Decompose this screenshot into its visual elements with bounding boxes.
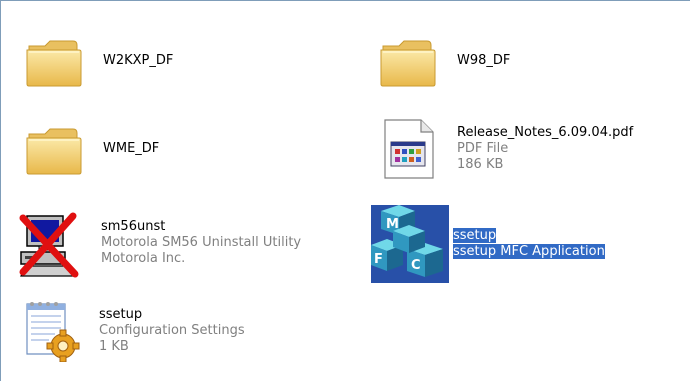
pdf-document-icon [377, 118, 439, 180]
folder-item-wme-df[interactable]: WME_DF [23, 119, 159, 179]
item-name: ssetup [99, 307, 143, 322]
folder-item-w98-df[interactable]: W98_DF [377, 31, 510, 91]
item-company: Motorola Inc. [101, 251, 186, 266]
item-type: PDF File [457, 141, 509, 156]
item-name: WME_DF [103, 141, 160, 156]
item-name: W2KXP_DF [103, 53, 174, 68]
item-name: ssetup [453, 228, 497, 243]
folder-icon [23, 118, 85, 180]
item-name: sm56unst [101, 219, 166, 234]
folder-icon [23, 30, 85, 92]
mfc-application-blocks-icon: M F C [371, 205, 449, 283]
item-size: 1 KB [99, 339, 129, 354]
configuration-settings-file-icon [19, 300, 81, 362]
item-type: Configuration Settings [99, 323, 245, 338]
item-description: ssetup MFC Application [453, 244, 605, 259]
svg-text:C: C [411, 258, 421, 273]
item-size: 186 KB [457, 157, 504, 172]
file-item-ssetup-exe[interactable]: M F C ssetup ssetup MFC Application [371, 205, 605, 283]
file-item-sm56unst[interactable]: sm56unst Motorola SM56 Uninstall Utility… [17, 207, 301, 279]
item-name: Release_Notes_6.09.04.pdf [457, 125, 634, 140]
item-name: W98_DF [457, 53, 511, 68]
uninstall-computer-red-x-icon [17, 212, 85, 278]
file-item-release-notes-pdf[interactable]: Release_Notes_6.09.04.pdf PDF File 186 K… [377, 113, 633, 185]
folder-icon [377, 30, 439, 92]
file-list-pane: W2KXP_DF W98_DF WME_DF Release_Notes_6.0… [0, 0, 690, 381]
file-item-ssetup-config[interactable]: ssetup Configuration Settings 1 KB [19, 295, 245, 367]
item-description: Motorola SM56 Uninstall Utility [101, 235, 302, 250]
folder-item-w2kxp-df[interactable]: W2KXP_DF [23, 31, 173, 91]
svg-text:F: F [374, 252, 383, 267]
